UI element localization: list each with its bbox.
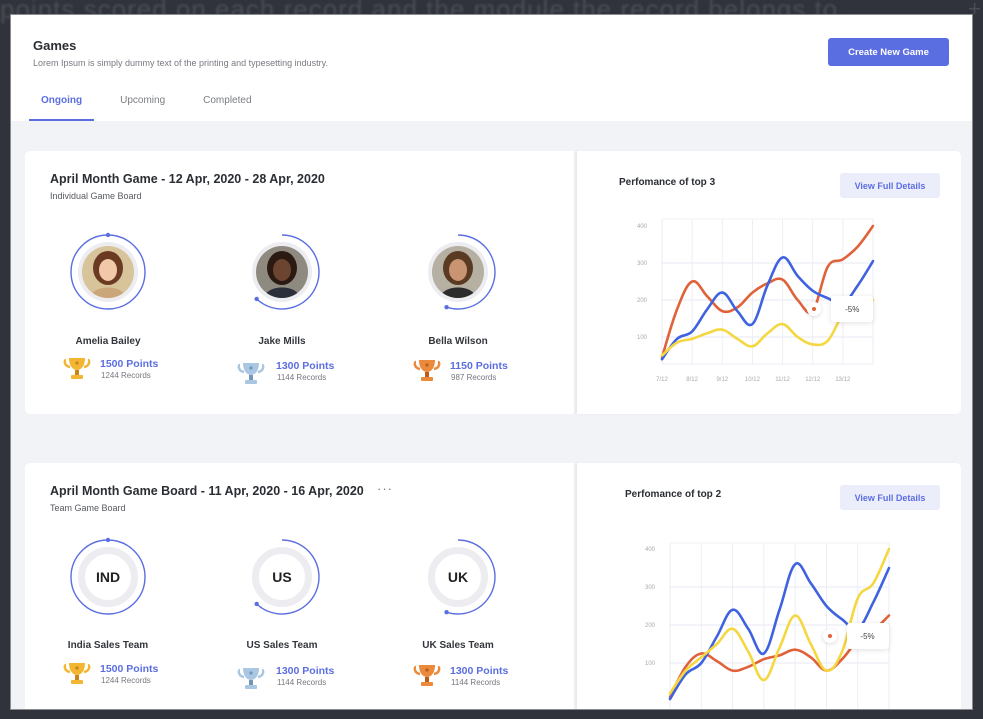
game-type: Team Game Board [50, 503, 126, 513]
y-tick-label: 400 [645, 547, 656, 553]
tab-upcoming[interactable]: Upcoming [108, 91, 177, 121]
player-name: Amelia Bailey [75, 336, 141, 347]
performance-chart: 100 200 300 400 7/12 8/12 9/12 10/12 11/12 12/12 1… [637, 218, 875, 383]
x-tick-label: 13/12 [835, 377, 851, 383]
points: 1300 Points [276, 665, 335, 677]
create-new-game-button[interactable]: Create New Game [828, 38, 949, 66]
team-name: India Sales Team [67, 640, 149, 651]
points: 1500 Points [100, 663, 159, 675]
y-tick-label: 200 [645, 623, 656, 629]
team-code: IND [78, 547, 138, 607]
y-tick-label: 100 [645, 661, 656, 667]
more-options-icon[interactable]: ··· [377, 481, 393, 496]
y-tick-label: 100 [637, 335, 648, 341]
records: 987 Records [451, 373, 497, 382]
performance-card-top3: Perfomance of top 3 View Full Details 10… [577, 151, 961, 414]
silver-trophy-icon [237, 361, 265, 387]
y-tick-label: 200 [637, 298, 648, 304]
points: 1300 Points [450, 665, 509, 677]
tab-completed[interactable]: Completed [191, 91, 263, 121]
team-code: US [252, 547, 312, 607]
team-name: UK Sales Team [422, 640, 494, 651]
tab-ongoing[interactable]: Ongoing [29, 91, 95, 121]
page-subtitle: Lorem Ipsum is simply dummy text of the … [33, 58, 328, 68]
points: 1150 Points [450, 360, 508, 372]
games-header: Games Lorem Ipsum is simply dummy text o… [11, 15, 972, 121]
game-title: April Month Game Board - 11 Apr, 2020 - … [50, 484, 364, 498]
avatar [432, 246, 484, 298]
avatar [82, 246, 134, 298]
game-type: Individual Game Board [50, 191, 142, 201]
game-card-team: April Month Game Board - 11 Apr, 2020 - … [25, 463, 574, 710]
gold-trophy-icon [63, 661, 91, 687]
bronze-trophy-icon [413, 358, 441, 384]
game-title: April Month Game - 12 Apr, 2020 - 28 Apr… [50, 172, 325, 186]
team-action-button[interactable] [225, 709, 335, 710]
games-tabs: Ongoing Upcoming Completed [29, 91, 264, 121]
bronze-trophy-icon [413, 663, 441, 689]
x-tick-label: 9/12 [716, 377, 728, 383]
chart-tooltip: -5% [831, 296, 874, 323]
player-name: Jake Mills [258, 336, 306, 347]
x-tick-label: 7/12 [656, 377, 668, 383]
game-card-individual: April Month Game - 12 Apr, 2020 - 28 Apr… [25, 151, 574, 414]
records: 1244 Records [101, 371, 151, 380]
series-line-yellow [668, 547, 891, 695]
team-code: UK [428, 547, 488, 607]
team-name: US Sales Team [246, 640, 318, 651]
records: 1144 Records [451, 678, 501, 687]
x-tick-label: 12/12 [805, 377, 821, 383]
points: 1300 Points [276, 360, 335, 372]
x-tick-label: 11/12 [775, 377, 790, 383]
chart-tooltip: -5% [846, 623, 889, 650]
points: 1500 Points [100, 358, 159, 370]
y-tick-label: 300 [645, 585, 656, 591]
x-tick-label: 8/12 [686, 377, 698, 383]
records: 1144 Records [277, 678, 327, 687]
y-tick-label: 400 [637, 224, 648, 230]
gold-trophy-icon [63, 356, 91, 382]
page-title: Games [33, 38, 77, 53]
y-tick-label: 300 [637, 261, 648, 267]
team-action-button[interactable] [50, 709, 160, 710]
x-tick-label: 10/12 [745, 377, 761, 383]
performance-card-top2: Perfomance of top 2 View Full Details 10… [577, 463, 961, 709]
games-modal: Games Lorem Ipsum is simply dummy text o… [10, 14, 973, 710]
records: 1144 Records [277, 373, 327, 382]
records: 1244 Records [101, 676, 151, 685]
silver-trophy-icon [237, 666, 265, 692]
player-name: Bella Wilson [428, 336, 488, 347]
avatar [256, 246, 308, 298]
performance-chart: 100 200 300 400 [645, 542, 891, 709]
chart-marker [822, 629, 837, 644]
